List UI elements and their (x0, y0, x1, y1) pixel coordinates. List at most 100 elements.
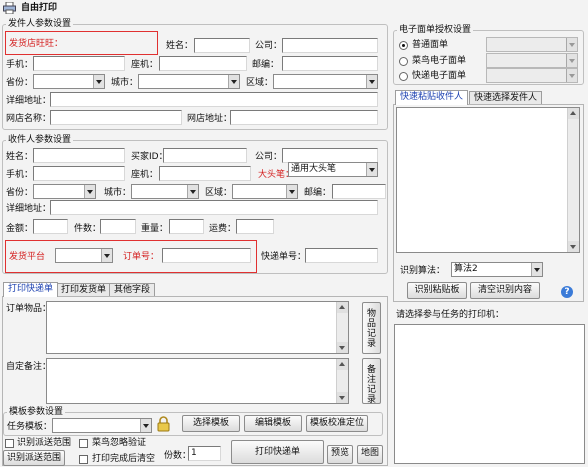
calibrate-template-button[interactable]: 模板校准定位 (306, 415, 368, 432)
scroll-down-icon[interactable] (568, 241, 579, 252)
receiver-name-label: 姓名： (6, 152, 34, 162)
chevron-down-icon (566, 54, 577, 67)
custom-note-scrollbar[interactable] (336, 359, 348, 403)
eface-option-express-radio[interactable] (399, 72, 408, 81)
buyer-id-input[interactable] (163, 148, 247, 163)
eface-normal-select[interactable] (486, 37, 578, 52)
preview-button[interactable]: 预览 (327, 445, 353, 464)
scroll-down-icon[interactable] (337, 342, 348, 353)
scroll-up-icon[interactable] (337, 359, 348, 370)
copies-label: 份数： (164, 451, 192, 461)
receiver-name-input[interactable] (33, 148, 125, 163)
tab-print-invoice[interactable]: 打印发货单 (56, 283, 112, 297)
tab-select-sender[interactable]: 快速选择发件人 (469, 91, 543, 105)
select-template-button[interactable]: 选择模板 (182, 415, 240, 432)
receiver-city-select[interactable] (131, 184, 199, 199)
amount-input[interactable] (33, 219, 68, 234)
sender-mobile-input[interactable] (33, 56, 125, 71)
receiver-postcode-input[interactable] (332, 184, 386, 199)
scroll-down-icon[interactable] (337, 392, 348, 403)
sender-address-label: 详细地址： (6, 96, 52, 106)
clear-after-print-checkbox[interactable] (79, 455, 88, 464)
shop-url-input[interactable] (230, 110, 378, 125)
identify-range-checkbox[interactable] (5, 439, 14, 448)
freight-input[interactable] (236, 219, 274, 234)
sender-district-select[interactable] (273, 74, 378, 89)
eface-option-express-label: 快递电子面单 (412, 71, 467, 81)
map-button[interactable]: 地图 (357, 445, 383, 464)
chevron-down-icon (566, 38, 577, 51)
print-express-button[interactable]: 打印快递单 (231, 440, 324, 464)
chevron-down-icon (93, 75, 104, 88)
shop-name-input[interactable] (50, 110, 182, 125)
title-bar: 自由打印 (0, 0, 588, 16)
cainiao-skip-label: 菜鸟忽略验证 (92, 438, 147, 448)
sender-postcode-label: 邮编： (252, 60, 280, 70)
custom-note-record-button[interactable]: 备注记录 (362, 358, 381, 405)
chevron-down-icon (187, 185, 198, 198)
clear-recognition-button[interactable]: 清空识别内容 (470, 282, 540, 299)
algo-select[interactable]: 算法2 (451, 262, 543, 277)
tab-print-express[interactable]: 打印快递单 (3, 282, 59, 297)
shop-wangwang-input[interactable] (66, 37, 154, 52)
sender-address-input[interactable] (50, 92, 378, 107)
scroll-up-icon[interactable] (568, 108, 579, 119)
weight-input[interactable] (169, 219, 204, 234)
receiver-company-input[interactable] (282, 148, 378, 163)
printer-label: 请选择参与任务的打印机： (396, 310, 505, 320)
receiver-district-select[interactable] (232, 184, 298, 199)
big-head-pen-select[interactable]: 通用大头笔 (288, 162, 378, 177)
platform-select[interactable] (55, 248, 113, 263)
cainiao-skip-checkbox[interactable] (79, 439, 88, 448)
tab-other-fields[interactable]: 其他字段 (109, 283, 156, 297)
identify-range-button[interactable]: 识别派送范围 (3, 450, 65, 466)
task-template-label: 任务模板： (7, 422, 53, 432)
big-head-pen-value: 通用大头笔 (291, 164, 337, 174)
weight-label: 重量： (141, 224, 169, 234)
order-items-record-button[interactable]: 物品记录 (362, 302, 381, 354)
sender-company-input[interactable] (282, 38, 378, 53)
platform-label: 发货平台 (9, 252, 46, 262)
pieces-input[interactable] (100, 219, 136, 234)
help-icon[interactable]: ? (561, 286, 573, 298)
receiver-address-input[interactable] (50, 200, 378, 215)
scroll-up-icon[interactable] (337, 302, 348, 313)
sender-province-select[interactable] (33, 74, 105, 89)
receiver-district-label: 区域： (205, 188, 233, 198)
eface-cainiao-select[interactable] (486, 53, 578, 68)
sender-city-select[interactable] (138, 74, 240, 89)
tab-paste-receiver[interactable]: 快速粘贴收件人 (395, 90, 469, 105)
recognize-clipboard-button[interactable]: 识别粘贴板 (407, 282, 467, 299)
amount-label: 金额： (6, 224, 34, 234)
eface-express-select[interactable] (486, 68, 578, 83)
copies-input[interactable]: 1 (188, 446, 221, 461)
receiver-landline-input[interactable] (159, 166, 251, 181)
custom-note-label: 自定备注： (6, 362, 52, 372)
receiver-mobile-input[interactable] (33, 166, 125, 181)
receiver-mobile-label: 手机： (6, 170, 34, 180)
task-template-select[interactable] (52, 418, 152, 433)
order-items-textarea[interactable] (46, 301, 349, 354)
sender-postcode-input[interactable] (282, 56, 378, 71)
chevron-down-icon (140, 419, 151, 432)
printer-list[interactable] (394, 324, 585, 464)
eface-option-normal-radio[interactable] (399, 41, 408, 50)
eface-option-cainiao-radio[interactable] (399, 57, 408, 66)
order-items-scrollbar[interactable] (336, 302, 348, 353)
receiver-landline-label: 座机： (131, 170, 159, 180)
edit-template-button[interactable]: 编辑模板 (244, 415, 302, 432)
order-no-label: 订单号： (123, 252, 160, 262)
algo-label: 识别算法： (400, 266, 446, 276)
receiver-province-select[interactable] (33, 184, 96, 199)
express-no-input[interactable] (305, 248, 378, 263)
algo-value: 算法2 (454, 264, 478, 274)
identify-range-label: 识别派送范围 (17, 438, 72, 448)
template-group-title: 模板参数设置 (7, 407, 66, 418)
sender-landline-label: 座机： (131, 60, 159, 70)
sender-name-input[interactable] (194, 38, 250, 53)
sender-landline-input[interactable] (159, 56, 247, 71)
paste-receiver-scrollbar[interactable] (567, 108, 579, 252)
custom-note-textarea[interactable] (46, 358, 349, 404)
order-no-input[interactable] (162, 248, 251, 263)
paste-receiver-textarea[interactable] (396, 107, 580, 253)
